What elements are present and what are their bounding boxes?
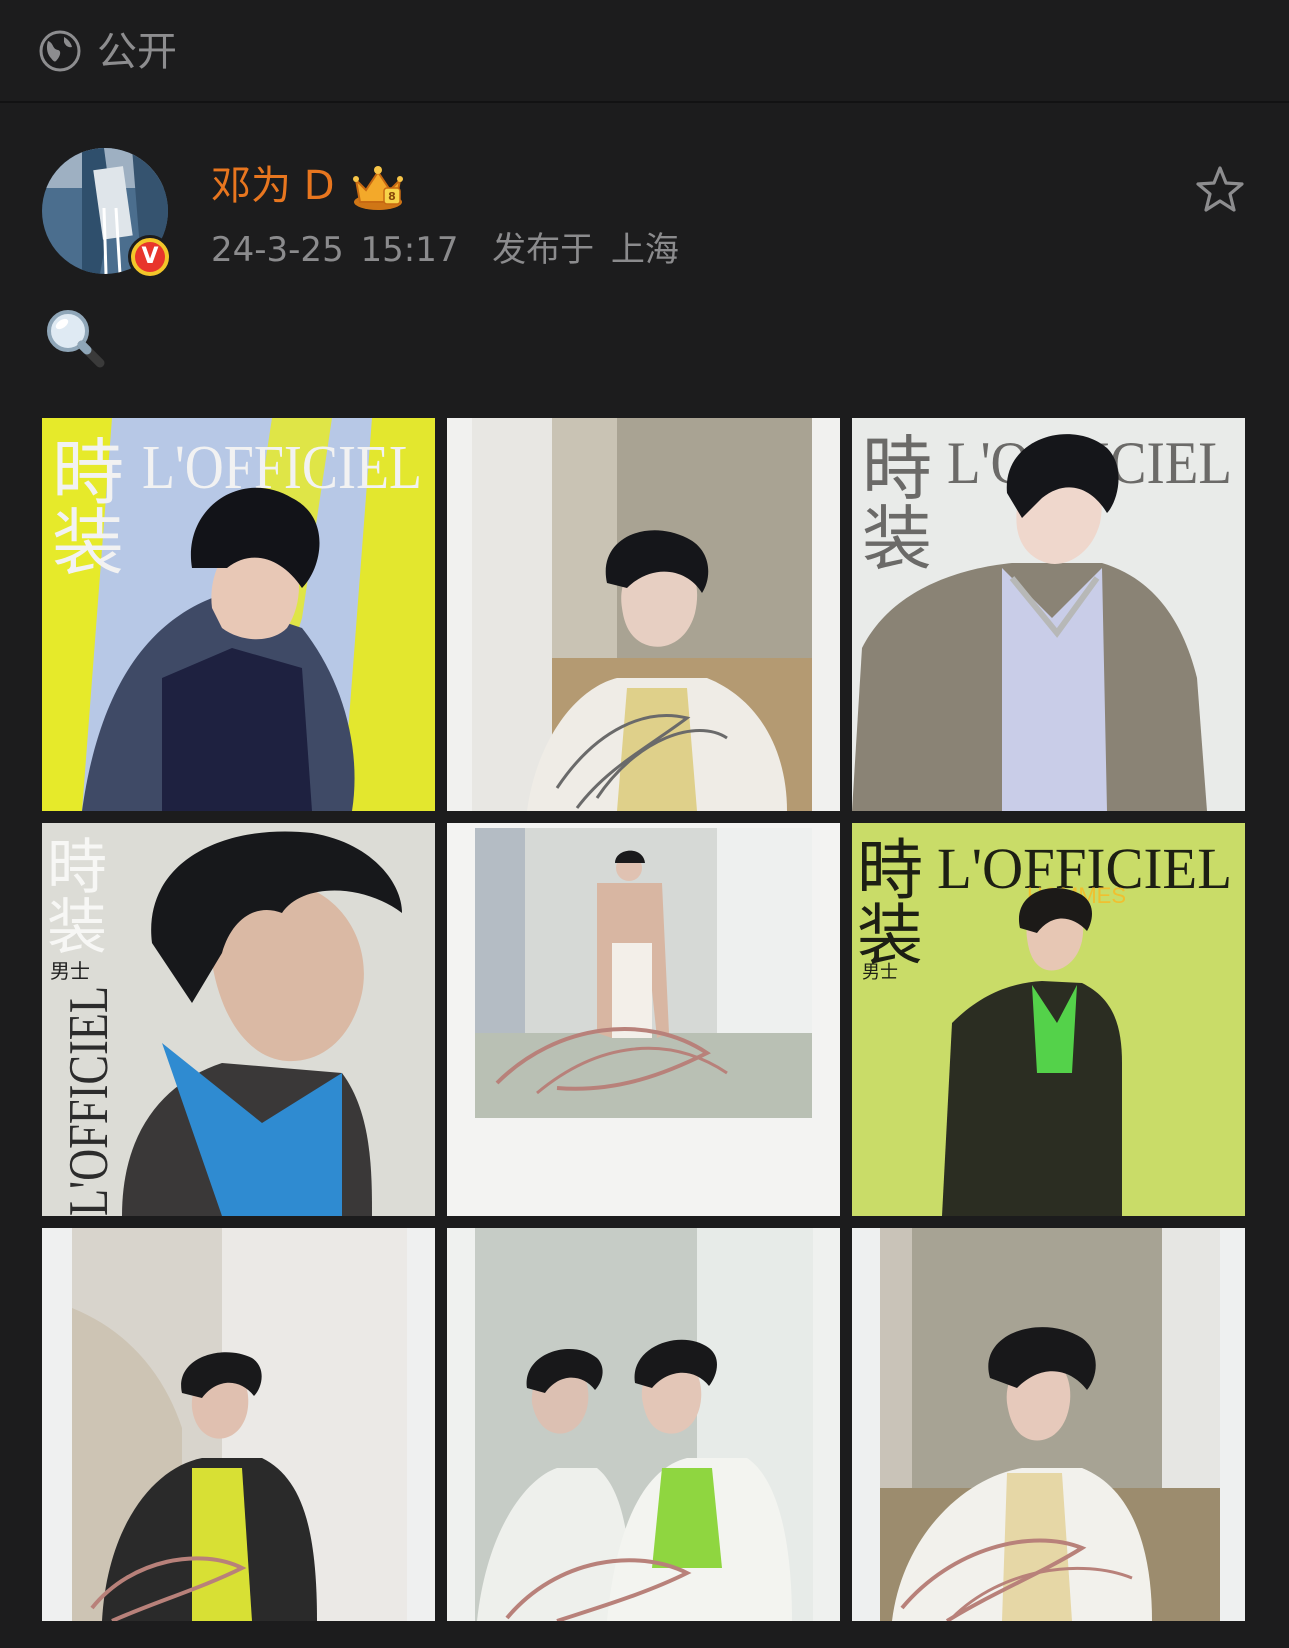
photo-thumbnail[interactable] [447, 823, 840, 1216]
photo-thumbnail[interactable] [852, 1228, 1245, 1621]
photo-thumbnail[interactable] [447, 1228, 840, 1621]
photo-thumbnail[interactable]: 時 装 L'OFFICIEL [852, 418, 1245, 811]
author-name[interactable]: 邓为 D [211, 162, 335, 210]
verified-badge: V [128, 235, 172, 279]
photo-thumbnail[interactable] [42, 1228, 435, 1621]
svg-text:8: 8 [388, 190, 396, 203]
svg-text:男士: 男士 [862, 962, 898, 983]
photo-thumbnail[interactable]: 時 装 男士 L'OFFICIEL [42, 823, 435, 1216]
post-time: 24-3-25 15:17 [211, 230, 459, 270]
photo-thumbnail[interactable] [447, 418, 840, 811]
svg-text:装: 装 [52, 501, 124, 585]
star-icon[interactable] [1194, 164, 1246, 216]
post-meta: 24-3-25 15:17 发布于 上海 [211, 228, 679, 272]
photo-thumbnail[interactable]: 時 装 L'OFFICIEL [42, 418, 435, 811]
visibility-bar: 公开 [0, 0, 1289, 103]
svg-text:L'OFFICIEL: L'OFFICIEL [58, 986, 120, 1216]
globe-icon [39, 30, 81, 72]
crown-icon: 8 [353, 166, 403, 210]
svg-text:男士: 男士 [50, 959, 90, 983]
svg-text:装: 装 [862, 498, 932, 580]
svg-text:L'OFFICIEL: L'OFFICIEL [142, 434, 422, 502]
post-location: 发布于 上海 [492, 230, 679, 270]
photo-thumbnail[interactable]: 時 装 男士 L'OFFICIEL HOMMES [852, 823, 1245, 1216]
visibility-label: 公开 [97, 29, 177, 75]
svg-text:装: 装 [47, 893, 107, 963]
photo-grid: 時 装 L'OFFICIEL 時 装 時 装 男士 L'OFFICIEL 時 装… [42, 418, 1245, 1621]
search-icon [47, 310, 105, 368]
